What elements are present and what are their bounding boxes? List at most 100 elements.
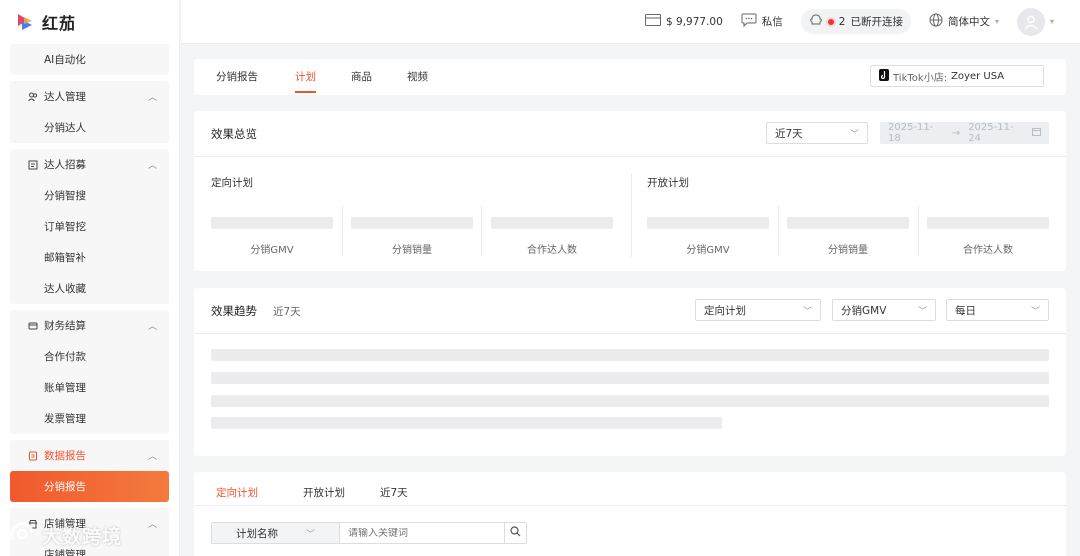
sidebar-group-recruit: 达人招募 ︿ 分销智搜 订单智挖 邮箱智补 达人收藏 (10, 149, 169, 304)
sidebar-group-label: 达人招募 (44, 159, 86, 171)
app-logo[interactable]: 红茄 (0, 0, 179, 44)
sidebar-group-label: 数据报告 (44, 450, 86, 462)
tiktok-icon (879, 68, 889, 84)
language-label: 简体中文 (947, 16, 990, 28)
tab-plan[interactable]: 计划 (295, 69, 316, 93)
search-bar: 计划名称 ﹀ (211, 522, 527, 544)
divider (342, 206, 343, 256)
plan-type-value: 定向计划 (704, 304, 746, 317)
connection-count: 2 (838, 15, 846, 28)
sidebar-group-head-finance[interactable]: 财务结算 ︿ (10, 310, 169, 341)
arrow-right-icon: → (951, 127, 961, 139)
chevron-down-icon: ﹀ (1030, 306, 1040, 317)
sidebar-group-label: 达人管理 (44, 91, 86, 103)
sidebar-item-email-fill[interactable]: 邮箱智补 (10, 242, 169, 273)
app-name: 红茄 (42, 14, 77, 33)
trend-subtitle: 近7天 (273, 306, 301, 318)
divider (194, 333, 1066, 334)
divider (481, 206, 482, 256)
metric-label: 合作达人数 (963, 245, 1013, 256)
interval-value: 每日 (955, 304, 976, 317)
range-value: 近7天 (775, 127, 803, 140)
sidebar-item-bills[interactable]: 账单管理 (10, 372, 169, 403)
sidebar-group-head-recruit[interactable]: 达人招募 ︿ (10, 149, 169, 180)
tab-products[interactable]: 商品 (351, 69, 372, 84)
sidebar-item-payments[interactable]: 合作付款 (10, 341, 169, 372)
subtab-last-7-days[interactable]: 近7天 (380, 485, 408, 500)
divider (194, 156, 1066, 157)
plan-type-select[interactable]: 定向计划 ﹀ (695, 299, 821, 321)
divider (631, 173, 632, 257)
section-directed-title: 定向计划 (211, 177, 253, 189)
skeleton-line (211, 349, 1049, 361)
metric-label: 合作达人数 (527, 245, 577, 256)
search-field-select[interactable]: 计划名称 ﹀ (212, 523, 340, 543)
sidebar-item-invoices[interactable]: 发票管理 (10, 403, 169, 434)
shop-label: TikTok小店: (893, 72, 948, 84)
sidebar-group-finance: 财务结算 ︿ 合作付款 账单管理 发票管理 (10, 310, 169, 434)
sidebar-item-distribution-report[interactable]: 分销报告 (10, 471, 169, 502)
sidebar-group-creators: 达人管理 ︿ 分销达人 (10, 81, 169, 143)
sidebar-group-head-reports[interactable]: 数据报告 ︿ (10, 440, 169, 471)
overview-range-select[interactable]: 近7天 ﹀ (766, 122, 868, 144)
watermark: 大数跨境 (8, 520, 122, 551)
sidebar-item-ai-automation[interactable]: AI自动化 (10, 44, 169, 75)
search-button[interactable] (504, 523, 526, 543)
report-tabs: 分销报告 计划 商品 视频 TikTok小店: Zoyer USA (194, 59, 1066, 95)
chevron-down-icon: ﹀ (305, 529, 315, 540)
skeleton-value (491, 217, 613, 229)
tab-distribution-report[interactable]: 分销报告 (216, 69, 258, 84)
sidebar: 红茄 AI自动化 达人管理 ︿ 分销达人 达人招募 ︿ 分销智搜 订单智挖 邮箱… (0, 0, 180, 556)
recruit-icon (28, 160, 38, 170)
metric-select[interactable]: 分销GMV ﹀ (832, 299, 936, 321)
date-end: 2025-11-24 (968, 122, 1014, 144)
subtab-open-plan[interactable]: 开放计划 (303, 485, 345, 500)
sidebar-item-order-mining[interactable]: 订单智挖 (10, 211, 169, 242)
interval-select[interactable]: 每日 ﹀ (946, 299, 1049, 321)
shop-select[interactable]: TikTok小店: Zoyer USA (870, 65, 1044, 87)
chevron-down-icon: ﹀ (917, 306, 927, 317)
sidebar-group-ai: AI自动化 (10, 44, 169, 75)
top-bar: $ 9,977.00 私信 2 已断开连接 简体中文 ▾ ▾ (181, 0, 1080, 44)
section-open-title: 开放计划 (647, 177, 689, 189)
watermark-text: 大数跨境 (42, 526, 123, 548)
skeleton-value (211, 217, 333, 229)
divider (194, 505, 1066, 506)
language-select[interactable]: 简体中文 ▾ (929, 13, 999, 30)
chat-icon (741, 13, 757, 30)
sidebar-item-favorites[interactable]: 达人收藏 (10, 273, 169, 304)
balance[interactable]: $ 9,977.00 (645, 14, 723, 29)
skeleton-value (787, 217, 909, 229)
connection-status[interactable]: 2 已断开连接 (800, 9, 911, 34)
chevron-down-icon: ▾ (1049, 17, 1054, 26)
sidebar-group-label: 财务结算 (44, 320, 86, 332)
metric-label: 分销销量 (828, 245, 868, 256)
sidebar-group-head-creators[interactable]: 达人管理 ︿ (10, 81, 169, 112)
chevron-down-icon: ▾ (994, 17, 999, 26)
trend-card: 效果趋势 近7天 定向计划 ﹀ 分销GMV ﹀ 每日 ﹀ (194, 288, 1066, 456)
search-input[interactable] (340, 527, 504, 539)
chevron-down-icon: ﹀ (849, 129, 859, 140)
watermark-logo-icon (8, 520, 36, 551)
avatar (1016, 7, 1045, 36)
user-menu[interactable]: ▾ (1016, 7, 1054, 36)
chevron-up-icon: ︿ (147, 520, 157, 530)
messages-button[interactable]: 私信 (741, 13, 783, 30)
globe-icon (929, 13, 943, 30)
metric-value: 分销GMV (841, 304, 887, 317)
chevron-up-icon: ︿ (147, 452, 157, 462)
overview-title: 效果总览 (211, 127, 257, 141)
calendar-icon (1031, 127, 1041, 139)
sidebar-item-distribution-creators[interactable]: 分销达人 (10, 112, 169, 143)
tab-videos[interactable]: 视频 (407, 69, 428, 84)
metric-label: 分销GMV (686, 245, 730, 256)
plan-table-card: 定向计划 开放计划 近7天 计划名称 ﹀ (194, 472, 1066, 556)
subtab-directed-plan[interactable]: 定向计划 (216, 485, 258, 500)
skeleton-value (927, 217, 1049, 229)
wallet-icon (645, 14, 661, 29)
date-range-picker[interactable]: 2025-11-18 → 2025-11-24 (880, 122, 1049, 144)
sidebar-item-smart-search[interactable]: 分销智搜 (10, 180, 169, 211)
skeleton-value (351, 217, 473, 229)
metric-label: 分销GMV (250, 245, 294, 256)
search-field-value: 计划名称 (235, 527, 278, 540)
